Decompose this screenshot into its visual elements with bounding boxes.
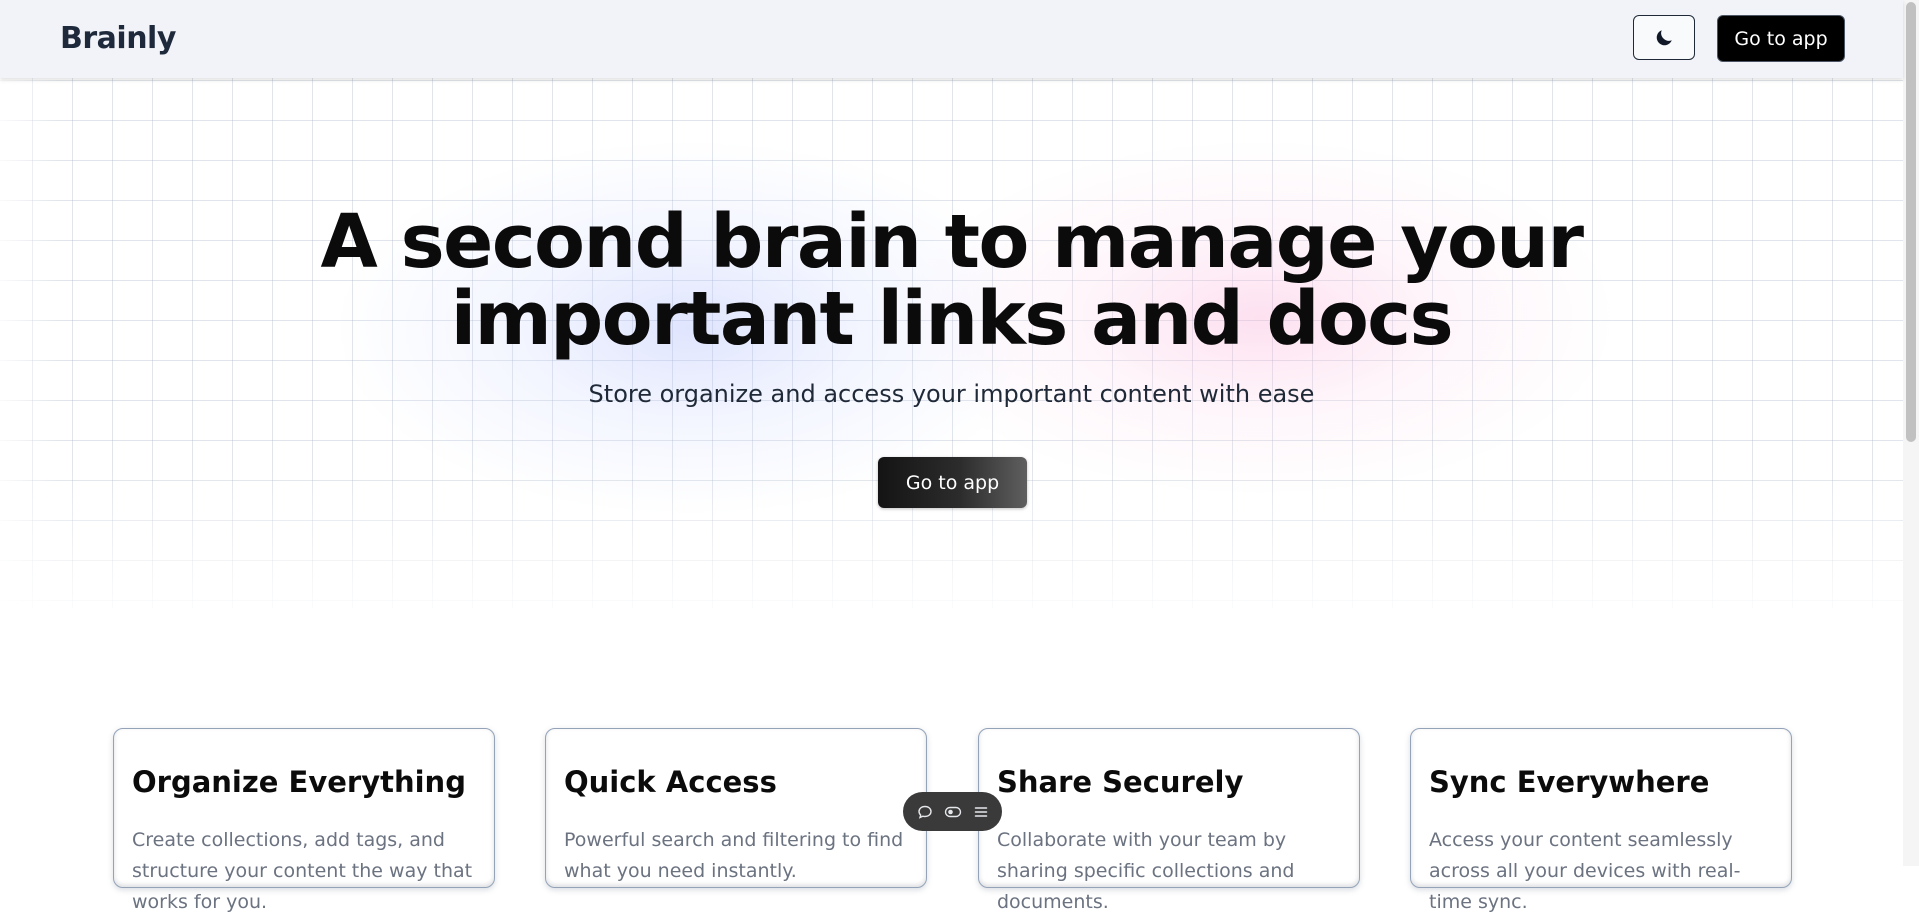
hero-title-line-2: important links and docs	[450, 276, 1454, 362]
feature-card-title: Organize Everything	[132, 765, 466, 799]
toggle-icon[interactable]	[944, 804, 962, 820]
theme-toggle-button[interactable]	[1633, 15, 1695, 60]
feature-card-sync: Sync Everywhere Access your content seam…	[1410, 728, 1792, 913]
floating-dev-toolbar	[903, 792, 1002, 831]
feature-card-description: Collaborate with your team by sharing sp…	[997, 829, 1295, 913]
feature-card-description: Powerful search and filtering to find wh…	[564, 829, 904, 882]
top-navbar: Brainly Go to app	[0, 0, 1903, 78]
hero-title: A second brain to manage your important …	[0, 204, 1903, 358]
nav-go-to-app-button[interactable]: Go to app	[1717, 15, 1845, 62]
brand-logo[interactable]: Brainly	[60, 21, 176, 56]
moon-icon	[1656, 29, 1672, 45]
feature-card-description: Create collections, add tags, and struct…	[132, 829, 473, 913]
feature-card-title: Quick Access	[564, 765, 777, 799]
feature-card-description: Access your content seamlessly across al…	[1429, 829, 1741, 913]
menu-icon[interactable]	[973, 804, 989, 820]
feature-card-title: Share Securely	[997, 765, 1244, 799]
hero-title-line-1: A second brain to manage your	[320, 199, 1584, 285]
feature-card-share: Share Securely Collaborate with your tea…	[978, 728, 1360, 913]
feature-card-organize: Organize Everything Create collections, …	[113, 728, 495, 913]
hero-section: A second brain to manage your important …	[0, 78, 1903, 608]
feature-card-quick-access: Quick Access Powerful search and filteri…	[545, 728, 927, 888]
hero-go-to-app-button[interactable]: Go to app	[878, 457, 1027, 508]
scrollbar-thumb[interactable]	[1906, 2, 1916, 442]
comment-icon[interactable]	[917, 804, 933, 820]
hero-subtitle: Store organize and access your important…	[588, 380, 1315, 408]
feature-card-title: Sync Everywhere	[1429, 765, 1710, 799]
